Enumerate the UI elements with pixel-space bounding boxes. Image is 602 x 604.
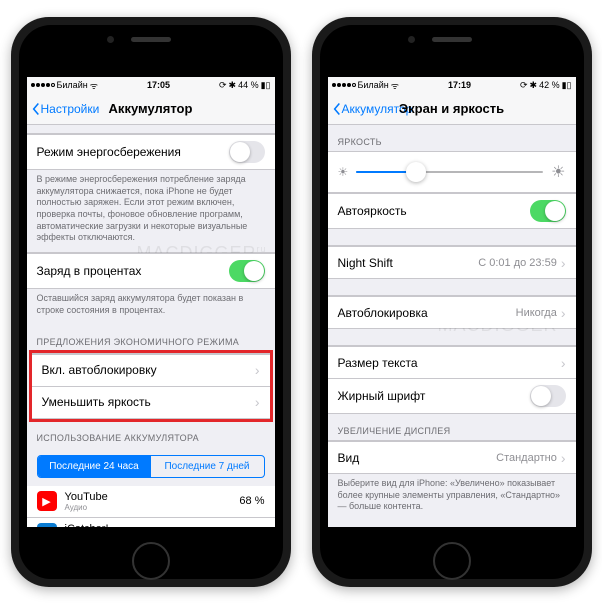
- home-button[interactable]: [132, 542, 170, 580]
- text-size-row[interactable]: Размер текста ›: [328, 346, 576, 378]
- night-shift-row[interactable]: Night Shift С 0:01 до 23:59 ›: [328, 246, 576, 278]
- battery-percent-row[interactable]: Заряд в процентах: [27, 253, 275, 288]
- battery-percent-toggle[interactable]: [229, 260, 265, 282]
- bluetooth-icon: ✱: [229, 80, 237, 91]
- bold-text-toggle[interactable]: [530, 385, 566, 407]
- low-power-footer: В режиме энергосбережения потребление за…: [27, 170, 275, 252]
- chevron-right-icon: ›: [255, 394, 260, 410]
- nav-bar: Аккумулятор Экран и яркость: [328, 93, 576, 125]
- low-power-label: Режим энергосбережения: [37, 145, 229, 159]
- brightness-slider[interactable]: [356, 171, 543, 173]
- display-zoom-row[interactable]: Вид Стандартно ›: [328, 441, 576, 473]
- zoom-header: УВЕЛИЧЕНИЕ ДИСПЛЕЯ: [328, 414, 576, 440]
- time-range-segmented[interactable]: Последние 24 часа Последние 7 дней: [37, 455, 265, 478]
- nav-bar: Настройки Аккумулятор: [27, 93, 275, 125]
- suggestions-highlight: Вкл. автоблокировку › Уменьшить яркость …: [29, 350, 273, 422]
- carrier-label: Билайн: [57, 80, 88, 90]
- orientation-lock-icon: ⟳: [219, 80, 227, 91]
- home-button[interactable]: [433, 542, 471, 580]
- chevron-right-icon: ›: [561, 450, 566, 466]
- usage-header: ИСПОЛЬЗОВАНИЕ АККУМУЛЯТОРА: [27, 421, 275, 447]
- battery-percent: 44 %: [238, 80, 259, 90]
- chevron-right-icon: ›: [561, 255, 566, 271]
- brightness-header: ЯРКОСТЬ: [328, 125, 576, 151]
- low-power-toggle[interactable]: [229, 141, 265, 163]
- wifi-icon: ᯤ: [90, 79, 98, 92]
- icatcher-icon: ⟩⟩: [37, 523, 57, 527]
- iphone-right: Билайн ᯤ 17:19 ⟳ ✱ 42 % ▮▯ Аккумулятор Э…: [312, 17, 592, 587]
- bold-text-row[interactable]: Жирный шрифт: [328, 378, 576, 413]
- back-label: Аккумулятор: [342, 102, 413, 116]
- suggestion-brightness[interactable]: Уменьшить яркость ›: [32, 386, 270, 418]
- chevron-left-icon: [31, 102, 41, 116]
- auto-brightness-toggle[interactable]: [530, 200, 566, 222]
- wifi-icon: ᯤ: [391, 79, 399, 92]
- app-row-icatcher[interactable]: ⟩⟩ iCatcher!Аудио, Фоновая активность 11…: [27, 518, 275, 528]
- back-label: Настройки: [41, 102, 100, 116]
- chevron-right-icon: ›: [561, 355, 566, 371]
- suggestions-header: ПРЕДЛОЖЕНИЯ ЭКОНОМИЧНОГО РЕЖИМА: [27, 325, 275, 351]
- zoom-footer: Выберите вид для iPhone: «Увеличено» пок…: [328, 474, 576, 521]
- speaker: [432, 37, 472, 42]
- sun-large-icon: ☀︎: [551, 162, 565, 182]
- brightness-slider-row[interactable]: ☀︎ ☀︎: [328, 151, 576, 193]
- segment-24h[interactable]: Последние 24 часа: [38, 456, 151, 477]
- screen-battery-settings: Билайн ᯤ 17:05 ⟳ ✱ 44 % ▮▯ Настройки Акк…: [27, 77, 275, 527]
- battery-percent-label: Заряд в процентах: [37, 264, 229, 278]
- status-bar: Билайн ᯤ 17:05 ⟳ ✱ 44 % ▮▯: [27, 77, 275, 93]
- auto-brightness-row[interactable]: Автояркость: [328, 193, 576, 228]
- app-row-youtube[interactable]: ▶ YouTubeАудио 68 %: [27, 486, 275, 518]
- segment-7d[interactable]: Последние 7 дней: [151, 456, 264, 477]
- battery-icon: ▮▯: [261, 80, 271, 91]
- battery-percent: 42 %: [539, 80, 560, 90]
- chevron-right-icon: ›: [255, 362, 260, 378]
- battery-percent-footer: Оставшийся заряд аккумулятора будет пока…: [27, 289, 275, 324]
- orientation-lock-icon: ⟳: [520, 80, 528, 91]
- signal-dots-icon: [332, 83, 356, 87]
- front-camera: [408, 36, 415, 43]
- signal-dots-icon: [31, 83, 55, 87]
- autolock-row[interactable]: Автоблокировка Никогда ›: [328, 296, 576, 328]
- youtube-icon: ▶: [37, 491, 57, 511]
- iphone-left: Билайн ᯤ 17:05 ⟳ ✱ 44 % ▮▯ Настройки Акк…: [11, 17, 291, 587]
- chevron-left-icon: [332, 102, 342, 116]
- screen-display-settings: Билайн ᯤ 17:19 ⟳ ✱ 42 % ▮▯ Аккумулятор Э…: [328, 77, 576, 527]
- back-button[interactable]: Настройки: [27, 102, 100, 116]
- clock: 17:19: [448, 80, 471, 90]
- sun-small-icon: ☀︎: [338, 165, 349, 179]
- bluetooth-icon: ✱: [530, 80, 538, 91]
- chevron-right-icon: ›: [561, 305, 566, 321]
- back-button[interactable]: Аккумулятор: [328, 102, 413, 116]
- clock: 17:05: [147, 80, 170, 90]
- speaker: [131, 37, 171, 42]
- carrier-label: Билайн: [358, 80, 389, 90]
- low-power-mode-row[interactable]: Режим энергосбережения: [27, 134, 275, 169]
- suggestion-autolock[interactable]: Вкл. автоблокировку ›: [32, 354, 270, 386]
- front-camera: [107, 36, 114, 43]
- status-bar: Билайн ᯤ 17:19 ⟳ ✱ 42 % ▮▯: [328, 77, 576, 93]
- battery-icon: ▮▯: [562, 80, 572, 91]
